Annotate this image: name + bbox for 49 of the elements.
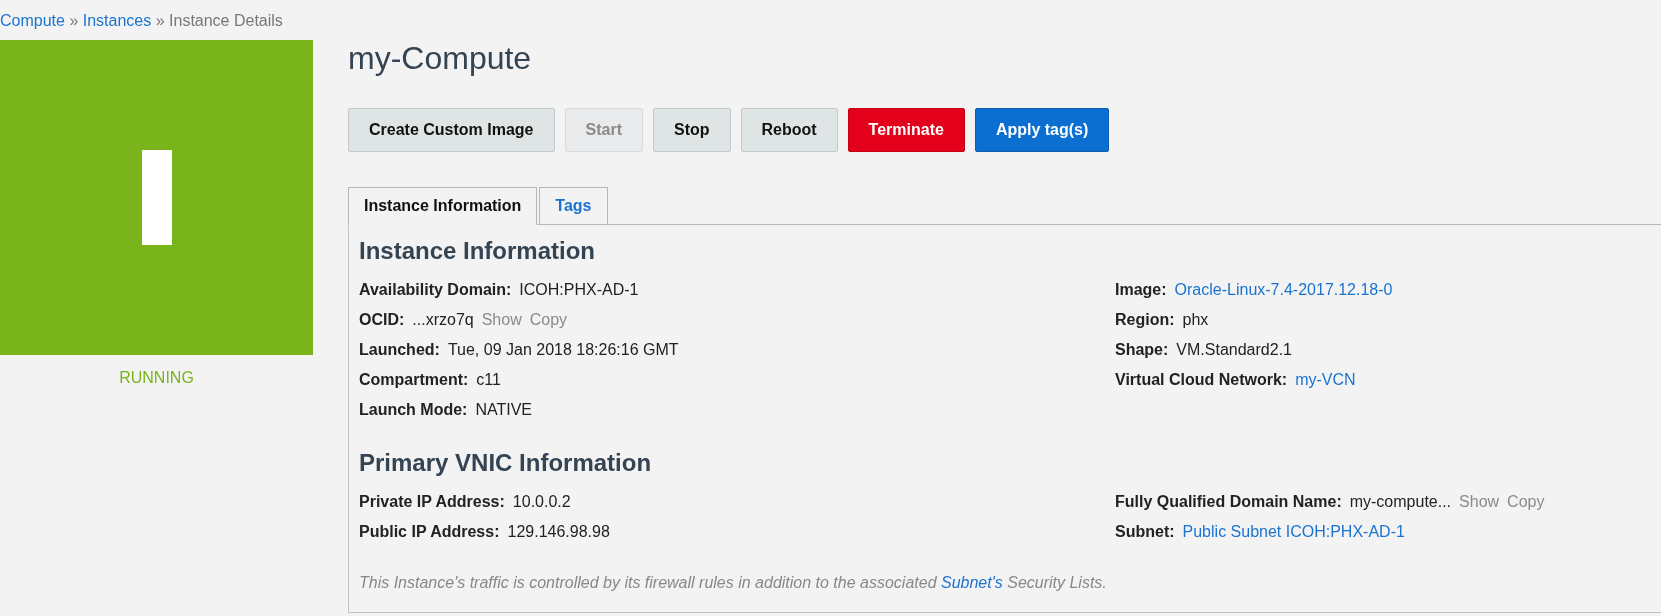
field-value: phx	[1182, 309, 1209, 330]
field-link[interactable]: my-VCN	[1295, 367, 1356, 392]
field-action-link[interactable]: Show	[1459, 489, 1500, 514]
field-action-link[interactable]: Show	[481, 307, 522, 332]
field-label: OCID:	[359, 309, 405, 330]
field-value: 10.0.0.2	[512, 491, 571, 512]
note-link[interactable]: Subnet's	[941, 573, 1003, 591]
field-label: Image:	[1115, 279, 1167, 300]
action-button[interactable]: Apply tag(s)	[974, 108, 1110, 152]
field-value: my-compute...	[1349, 491, 1452, 512]
tab[interactable]: Instance Information	[348, 187, 538, 225]
section-heading: Primary VNIC Information	[359, 448, 653, 478]
breadcrumb-separator: »	[69, 12, 79, 29]
field-value: ICOH:PHX-AD-1	[519, 279, 639, 300]
action-button[interactable]: Reboot	[740, 108, 838, 152]
field-action-link[interactable]: Copy	[529, 307, 568, 332]
page-title: my-Compute	[348, 39, 533, 77]
field-label: Launched:	[359, 339, 440, 360]
field-label: Region:	[1115, 309, 1175, 330]
field-link[interactable]: Public Subnet ICOH:PHX-AD-1	[1182, 519, 1405, 544]
field-label: Virtual Cloud Network:	[1115, 369, 1288, 390]
tab[interactable]: Tags	[539, 187, 608, 225]
info-note: This Instance's traffic is controlled by its firewall rules in addition to the associated Subnet's Security Lists.	[359, 572, 1108, 593]
breadcrumb-link[interactable]: Instances	[82, 12, 152, 29]
field-value: ...xrzo7q	[412, 309, 474, 330]
field-label: Fully Qualified Domain Name:	[1115, 491, 1342, 512]
status-label: RUNNING	[118, 368, 195, 388]
field-label: Compartment:	[359, 369, 469, 390]
field-label: Private IP Address:	[359, 491, 505, 512]
bar-icon	[141, 150, 172, 245]
action-button[interactable]: Terminate	[847, 108, 965, 152]
field-value: Tue, 09 Jan 2018 18:26:16 GMT	[447, 339, 679, 360]
action-button[interactable]: Create Custom Image	[348, 108, 555, 152]
field-value: NATIVE	[475, 399, 533, 420]
action-button[interactable]: Stop	[652, 108, 731, 152]
breadcrumb-separator: »	[155, 12, 165, 29]
field-action-link[interactable]: Copy	[1507, 489, 1545, 514]
field-label: Availability Domain:	[359, 279, 512, 300]
field-value: 129.146.98.98	[507, 521, 610, 542]
breadcrumb-link[interactable]: Compute	[0, 12, 65, 29]
field-value: VM.Standard2.1	[1176, 339, 1292, 360]
section-heading: Instance Information	[359, 237, 597, 266]
field-link[interactable]: Oracle-Linux-7.4-2017.12.18-0	[1174, 277, 1393, 302]
field-label: Launch Mode:	[359, 399, 468, 420]
field-label: Subnet:	[1115, 521, 1175, 542]
field-value: c11	[476, 369, 501, 390]
field-label: Public IP Address:	[359, 521, 500, 542]
field-label: Shape:	[1115, 339, 1169, 360]
breadcrumb-current: Instance Details	[169, 12, 283, 29]
